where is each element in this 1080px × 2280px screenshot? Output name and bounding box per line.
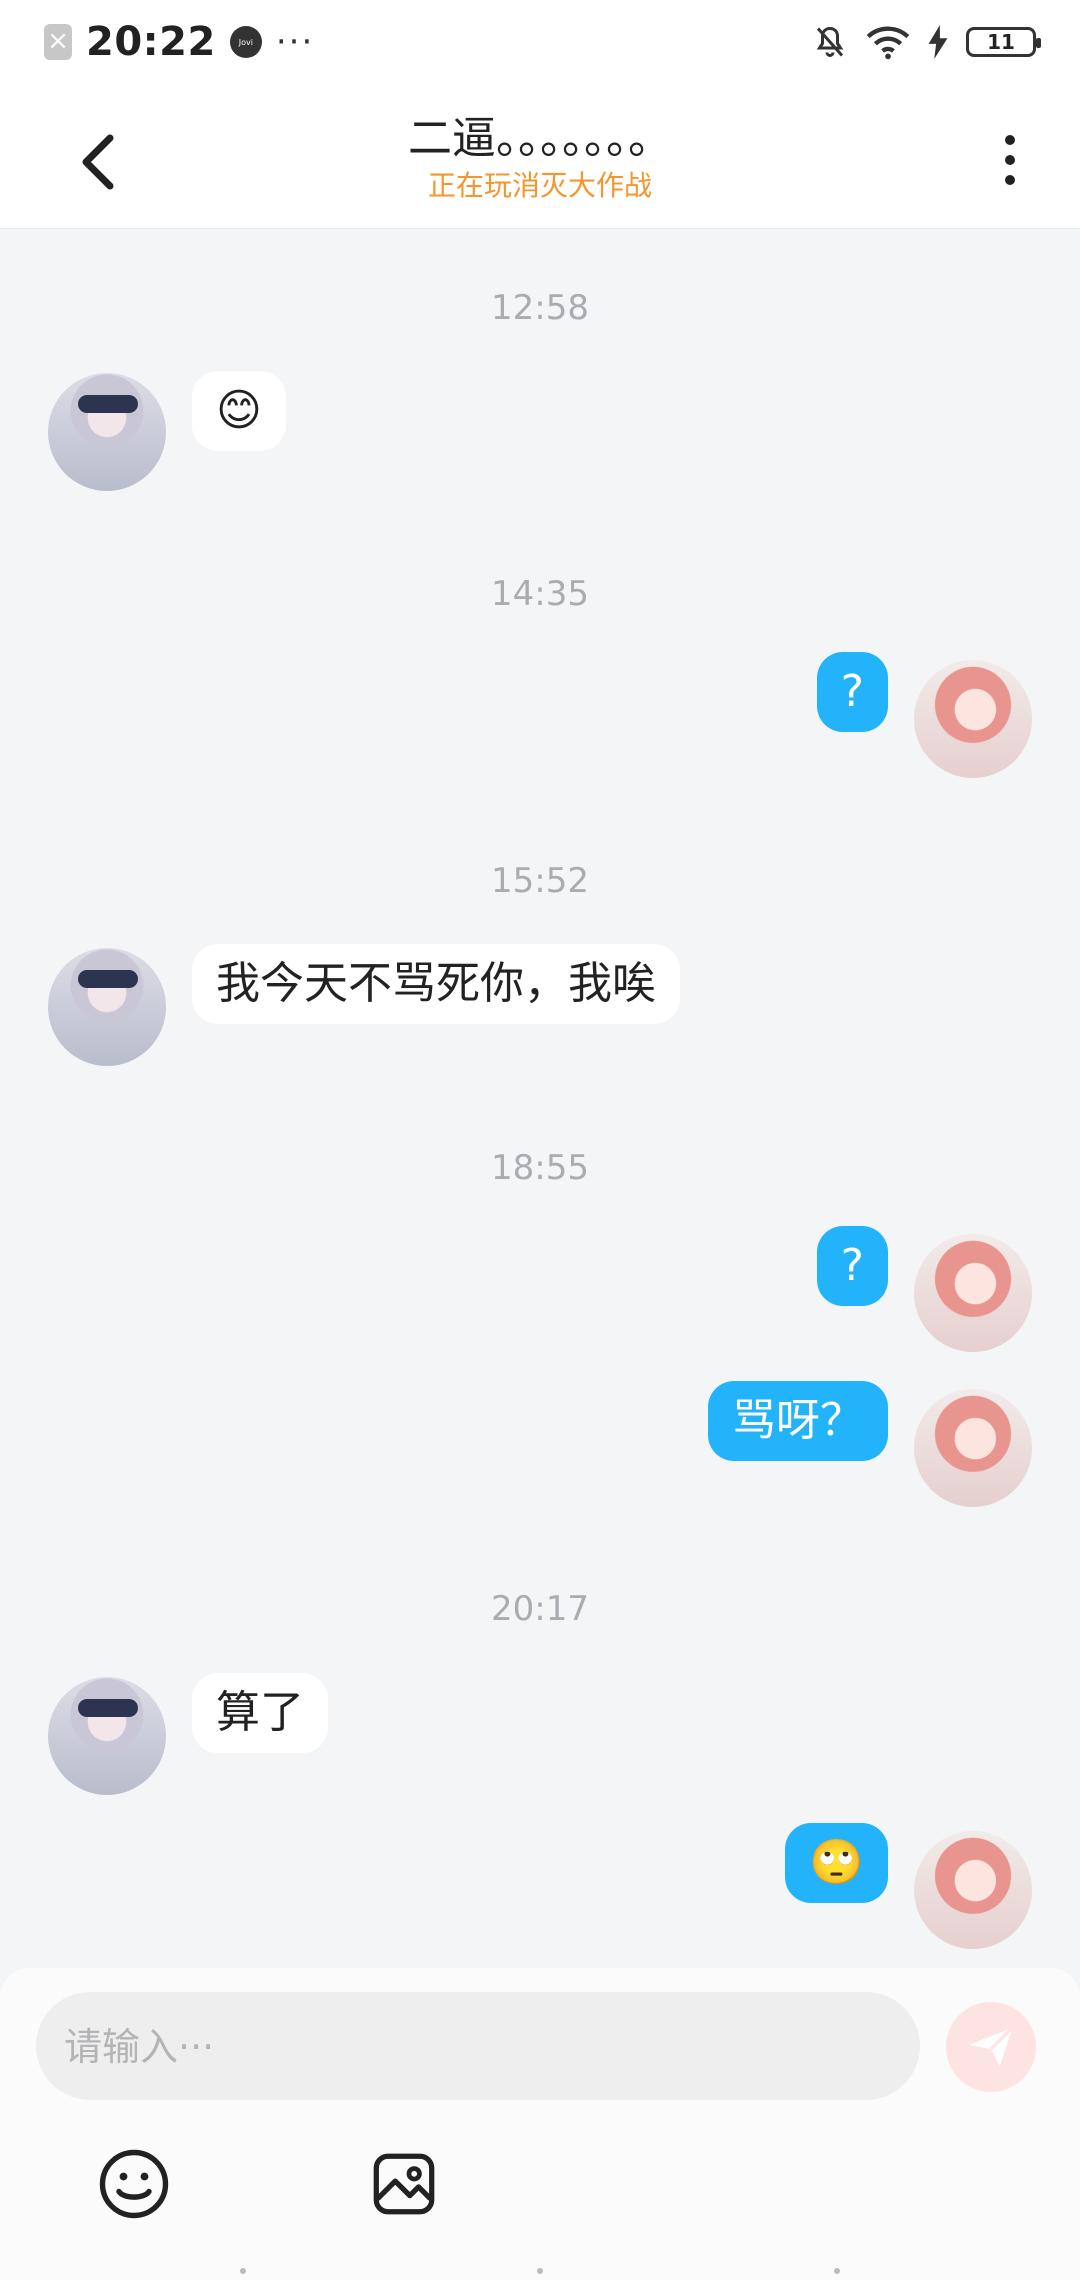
avatar[interactable] [48, 373, 166, 491]
wifi-icon [866, 26, 910, 60]
avatar[interactable] [914, 1234, 1032, 1352]
status-more-text: ··· [275, 22, 315, 62]
avatar[interactable] [914, 1831, 1032, 1949]
avatar[interactable] [914, 1389, 1032, 1507]
send-button[interactable] [946, 2002, 1036, 2092]
message-input-container[interactable] [36, 1992, 920, 2100]
timestamp: 18:55 [491, 1148, 589, 1188]
timestamp: 20:17 [491, 1589, 589, 1629]
message-bubble[interactable]: 😊 [192, 371, 286, 451]
avatar[interactable] [914, 660, 1032, 778]
message-composer [0, 1968, 1080, 2280]
status-bar: 20:22 Jovi ··· 11 [0, 0, 1080, 84]
avatar[interactable] [48, 948, 166, 1066]
timestamp: 14:35 [491, 574, 589, 614]
image-icon [373, 2153, 435, 2215]
message-bubble[interactable]: 算了 [192, 1673, 328, 1753]
message-bubble[interactable]: 🙄 [785, 1823, 888, 1903]
app-notification-icon [44, 24, 72, 60]
nav-indicator-dot [537, 2268, 543, 2274]
emoji-button[interactable] [96, 2146, 172, 2222]
chat-status: 正在玩消灭大作战 [427, 169, 652, 202]
chat-title: 二逼。。。。。。。 [408, 113, 672, 164]
avatar[interactable] [48, 1677, 166, 1795]
battery-icon: 11 [966, 27, 1041, 57]
message-bubble[interactable]: 我今天不骂死你，我唉 [192, 944, 680, 1024]
message-input[interactable] [62, 2016, 886, 2078]
chat-header: 二逼。。。。。。。 正在玩消灭大作战 [0, 84, 1080, 229]
charging-bolt-icon [928, 25, 948, 59]
vertical-dots-icon [1005, 135, 1015, 145]
status-right: 11 [812, 14, 1041, 70]
nav-indicator-dot [834, 2268, 840, 2274]
message-bubble[interactable]: ? [816, 652, 888, 732]
chevron-left-icon [82, 134, 114, 190]
status-left: 20:22 Jovi ··· [44, 14, 314, 70]
message-bubble[interactable]: ? [816, 1226, 888, 1306]
timestamp: 12:58 [491, 288, 589, 328]
image-button[interactable] [366, 2146, 442, 2222]
status-time: 20:22 [86, 19, 216, 65]
paper-plane-icon [969, 2026, 1014, 2067]
message-list[interactable]: 12:58 😊 14:35 ? 15:52 我今天不骂死你，我唉 18:55 ?… [0, 228, 1080, 1968]
jovi-icon: Jovi [229, 26, 262, 58]
back-button[interactable] [58, 122, 138, 202]
smiley-icon [99, 2149, 169, 2219]
nav-indicator-dot [240, 2268, 246, 2274]
mute-bell-icon [816, 26, 844, 57]
message-bubble[interactable]: 骂呀？ [708, 1381, 888, 1461]
timestamp: 15:52 [491, 861, 589, 901]
more-button[interactable] [980, 120, 1040, 200]
